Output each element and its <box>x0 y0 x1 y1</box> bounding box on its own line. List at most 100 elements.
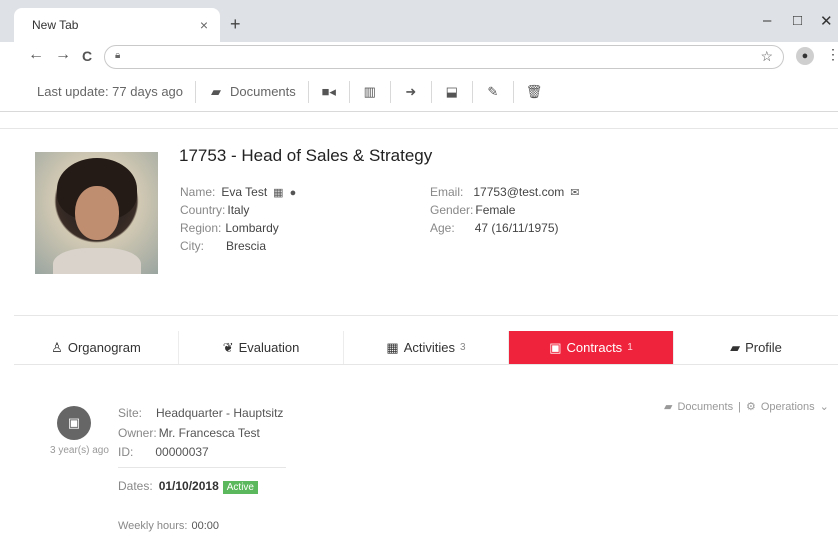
tab-title: New Tab <box>32 18 79 32</box>
contract-age: 3 year(s) ago <box>50 445 109 456</box>
browser-tab[interactable]: New Tab × <box>14 8 220 42</box>
weekly-hours-row: Weekly hours: 00:00 <box>118 520 219 532</box>
action-bar: Last update: 77 days ago ▰ Documents ■◂ … <box>0 72 838 112</box>
forward-button[interactable]: → <box>55 46 71 64</box>
contract-icon: ▣ <box>549 339 562 355</box>
age-label: Age: <box>430 221 455 235</box>
reload-button[interactable]: C <box>82 48 92 64</box>
video-icon[interactable]: ■◂ <box>321 84 337 100</box>
browser-toolbar: ← → C 🔒︎ ☆ ● ⋮ <box>0 42 838 72</box>
tab-activities[interactable]: ▦ Activities 3 <box>344 331 509 364</box>
new-tab-button[interactable]: + <box>230 14 241 35</box>
page-title: 17753 - Head of Sales & Strategy <box>179 146 433 165</box>
name-label: Name: <box>180 185 216 199</box>
email-label: Email: <box>430 185 464 199</box>
dates-label: Dates: <box>118 479 153 493</box>
site-row: Site: Headquarter - Hauptsitz <box>118 406 283 420</box>
separator: | <box>738 400 741 413</box>
maximize-button[interactable]: □ <box>793 12 802 29</box>
trash-icon[interactable]: 🗑︎ <box>526 84 543 100</box>
name-value: Eva Test <box>221 185 268 199</box>
operations-dropdown[interactable]: Operations <box>761 401 815 413</box>
minimize-button[interactable]: – <box>763 12 771 29</box>
region-value: Lombardy <box>225 221 279 235</box>
tab-label: Organogram <box>67 340 141 355</box>
city-label: City: <box>180 239 204 253</box>
chat-icon[interactable]: ● <box>290 187 297 199</box>
region-field: Region: Lombardy <box>180 221 279 235</box>
divider <box>118 467 286 468</box>
city-field: City: Brescia <box>180 239 266 253</box>
age-value: 47 (16/11/1975) <box>474 221 559 235</box>
tab-label: Activities <box>403 340 456 355</box>
documents-button[interactable]: ▰ Documents <box>208 84 296 100</box>
email-value[interactable]: 17753@test.com <box>473 185 564 199</box>
dates-value: 01/10/2018 <box>158 479 219 493</box>
email-field: Email: 17753@test.com ✉ <box>430 185 579 199</box>
browser-chrome: New Tab × + – □ ✕ ← → C 🔒︎ ☆ ● ⋮ <box>0 0 838 72</box>
region-label: Region: <box>180 221 222 235</box>
owner-value: Mr. Francesca Test <box>158 426 260 440</box>
tab-count: 1 <box>627 342 633 353</box>
envelope-icon[interactable]: ✉ <box>570 187 579 199</box>
browser-menu-icon[interactable]: ⋮ <box>826 46 838 63</box>
contract-actions: ▰ Documents | ⚙ Operations ⌄ <box>664 400 829 414</box>
site-value: Headquarter - Hauptsitz <box>156 406 284 420</box>
owner-label: Owner: <box>118 426 157 440</box>
lock-icon: 🔒︎ <box>115 50 121 61</box>
pencil-icon[interactable]: ✎ <box>485 84 501 100</box>
gender-label: Gender: <box>430 203 474 217</box>
status-badge: Active <box>222 481 258 494</box>
divider <box>14 315 838 316</box>
organogram-icon: ♙ <box>51 339 63 355</box>
barcode-icon[interactable]: ▥ <box>362 84 378 100</box>
name-field: Name: Eva Test ▦ ● <box>180 185 296 199</box>
id-value: 00000037 <box>155 445 209 459</box>
city-value: Brescia <box>226 239 267 253</box>
contract-badge-icon: ▣ <box>57 406 91 440</box>
profile-photo <box>35 152 158 274</box>
folder-icon: ▰ <box>211 83 222 99</box>
id-row: ID: 00000037 <box>118 445 209 459</box>
bookmark-star-icon[interactable]: ☆ <box>760 48 773 65</box>
country-label: Country: <box>180 203 226 217</box>
gear-icon: ⚙ <box>745 401 756 413</box>
tab-evaluation[interactable]: ❦ Evaluation <box>179 331 344 364</box>
age-field: Age: 47 (16/11/1975) <box>430 221 559 235</box>
tab-count: 3 <box>460 342 466 353</box>
weekly-hours-label: Weekly hours: <box>118 520 188 532</box>
address-bar[interactable]: 🔒︎ ☆ <box>104 45 784 69</box>
country-field: Country: Italy <box>180 203 249 217</box>
close-window-button[interactable]: ✕ <box>820 12 833 30</box>
tab-close-icon[interactable]: × <box>200 17 208 33</box>
documents-label: Documents <box>230 84 296 99</box>
site-label: Site: <box>118 406 143 420</box>
calendar-icon[interactable]: ▦ <box>273 187 283 199</box>
share-arrow-icon[interactable]: ➜ <box>403 84 419 100</box>
tab-label: Evaluation <box>238 340 300 355</box>
separator <box>195 80 197 103</box>
profile-avatar-icon[interactable]: ● <box>796 47 814 65</box>
last-update-text: Last update: 77 days ago <box>37 84 184 99</box>
folder-icon: ▰ <box>730 339 741 355</box>
tab-label: Profile <box>745 340 782 355</box>
inbox-download-icon[interactable]: ⬓ <box>444 84 460 100</box>
tab-contracts[interactable]: ▣ Contracts 1 <box>509 331 674 364</box>
owner-row: Owner: Mr. Francesca Test <box>118 426 260 440</box>
id-label: ID: <box>118 445 134 459</box>
ribbon-icon: ❦ <box>222 339 234 355</box>
dates-row: Dates: 01/10/2018 Active <box>118 479 258 494</box>
chevron-down-icon[interactable]: ⌄ <box>820 400 829 413</box>
documents-link[interactable]: Documents <box>677 401 733 413</box>
divider <box>0 128 838 129</box>
gender-value: Female <box>475 203 516 217</box>
tab-organogram[interactable]: ♙ Organogram <box>14 331 179 364</box>
calendar-icon: ▦ <box>386 339 399 355</box>
tab-label: Contracts <box>566 340 623 355</box>
tab-profile[interactable]: ▰ Profile <box>674 331 838 364</box>
country-value: Italy <box>227 203 250 217</box>
back-button[interactable]: ← <box>28 46 44 64</box>
gender-field: Gender: Female <box>430 203 515 217</box>
weekly-hours-value: 00:00 <box>191 520 220 532</box>
profile-tabs: ♙ Organogram ❦ Evaluation ▦ Activities 3… <box>14 331 838 365</box>
